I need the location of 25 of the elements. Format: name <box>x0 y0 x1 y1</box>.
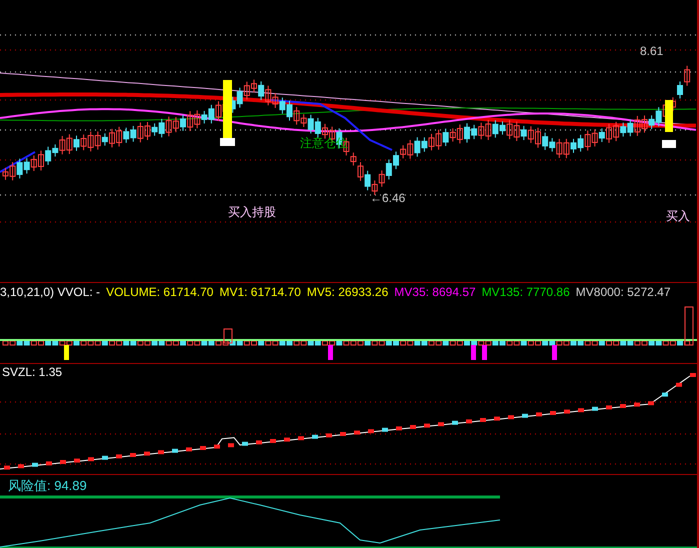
signal-bar <box>471 345 476 360</box>
signal-label: 买入 <box>666 210 690 224</box>
signal-bar <box>482 345 487 360</box>
volume-bar <box>684 306 694 346</box>
price-label: ←6.46 <box>370 192 406 206</box>
indicator-title: 3,10,21,0) VVOL: - <box>0 285 100 299</box>
signal-bar <box>223 80 232 140</box>
price-label: 8.61 <box>640 45 664 58</box>
signal-label: 注意仓位 <box>300 137 348 150</box>
signal-bar <box>665 100 673 132</box>
signal-bar <box>552 345 557 360</box>
signal-label: 买入持股 <box>228 206 276 220</box>
signal-block <box>662 140 676 148</box>
indicator-reading: MV8000: 5272.47 <box>576 285 671 299</box>
indicator-reading: MV5: 26933.26 <box>306 285 388 299</box>
volume-bar <box>224 328 232 344</box>
indicator-reading: MV1: 61714.70 <box>219 285 301 299</box>
signal-bar <box>64 345 69 360</box>
indicator-reading: VOLUME: 61714.70 <box>106 285 214 299</box>
indicator-reading: MV35: 8694.57 <box>394 285 476 299</box>
indicator-reading: MV135: 7770.86 <box>482 285 570 299</box>
indicator-title: SVZL: 1.35 <box>2 366 62 380</box>
signal-block <box>220 138 235 146</box>
indicator-title: 风险值: 94.89 <box>8 479 87 494</box>
signal-bar <box>328 345 333 360</box>
